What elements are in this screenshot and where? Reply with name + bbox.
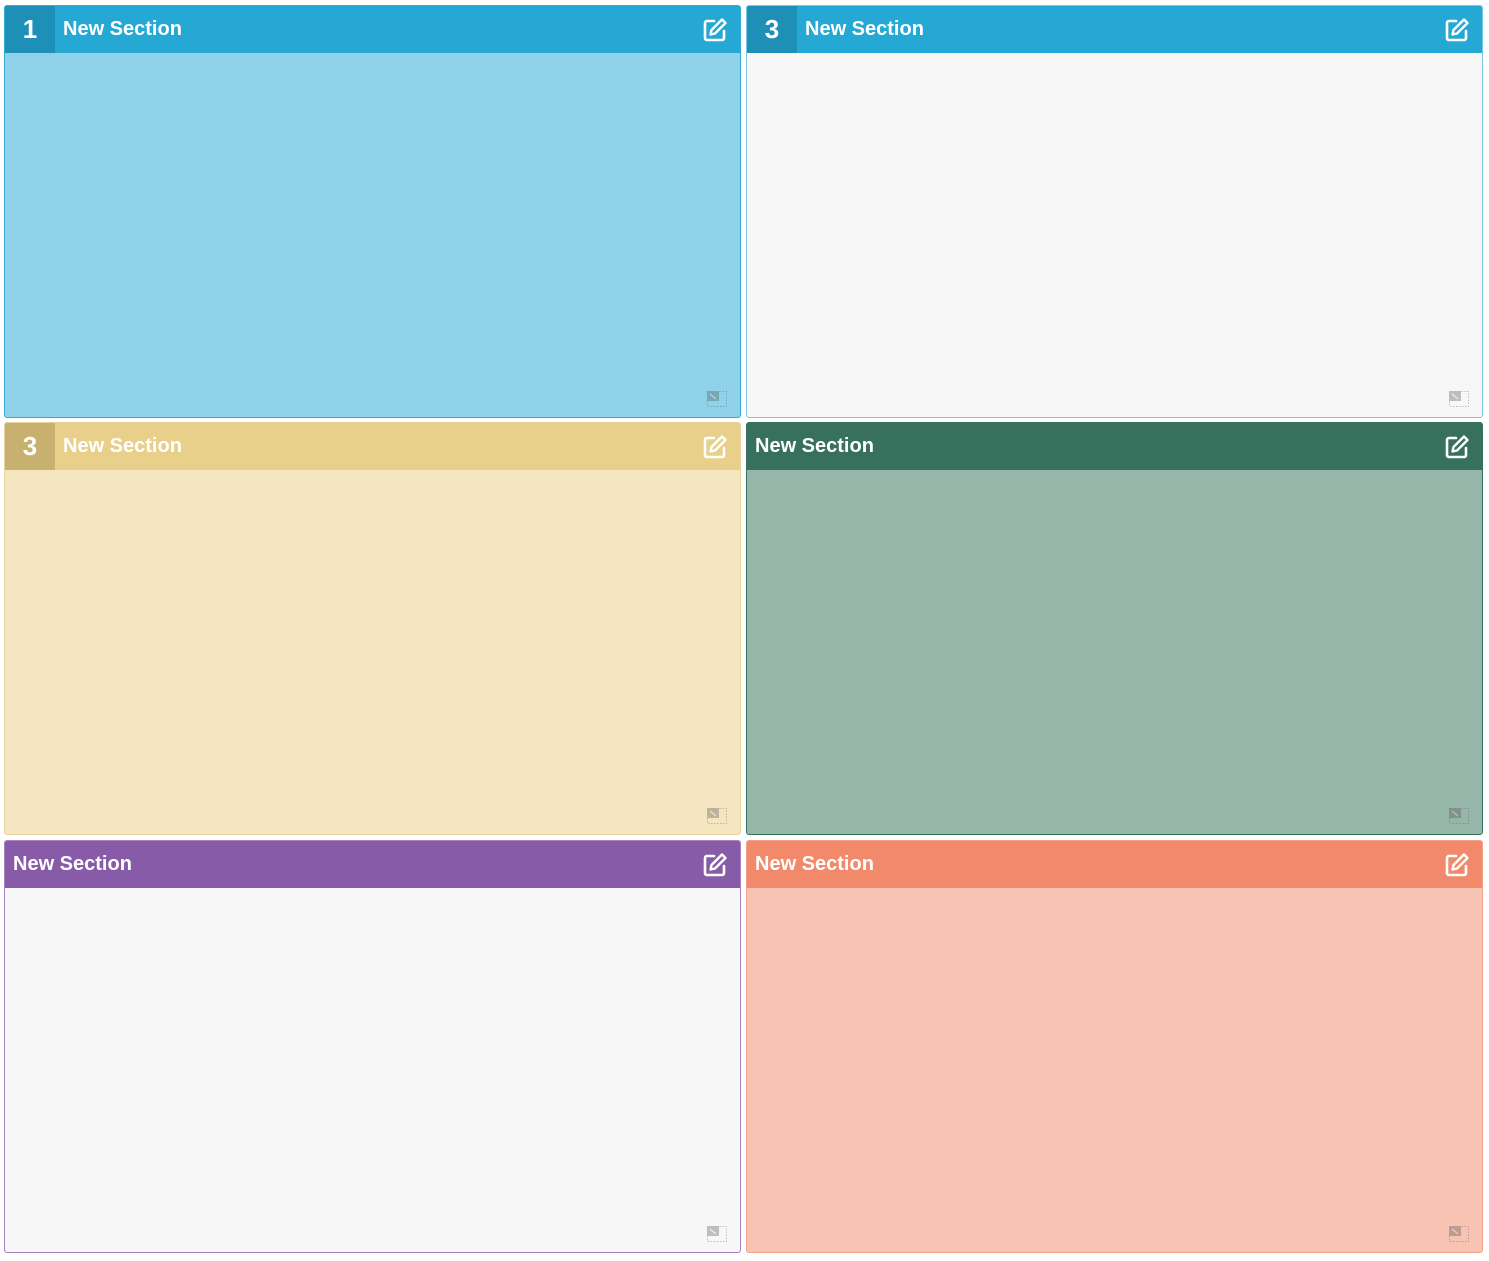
section-number: 1: [5, 6, 55, 53]
section-header: New Section: [5, 841, 740, 888]
resize-icon[interactable]: [706, 807, 728, 825]
sections-grid: 1 New Section 3 New Section 3 New Sectio…: [0, 0, 1489, 1261]
edit-icon[interactable]: [700, 15, 730, 45]
section-header: 1 New Section: [5, 6, 740, 53]
edit-icon[interactable]: [700, 432, 730, 462]
resize-icon[interactable]: [1448, 807, 1470, 825]
section-header: 3 New Section: [747, 6, 1482, 53]
section-number: 3: [5, 423, 55, 470]
section-title[interactable]: New Section: [797, 18, 1442, 41]
section-number: 3: [747, 6, 797, 53]
section-card[interactable]: New Section: [746, 422, 1483, 835]
section-card[interactable]: New Section: [4, 840, 741, 1253]
section-title[interactable]: New Section: [5, 853, 700, 876]
section-title[interactable]: New Section: [747, 435, 1442, 458]
edit-icon[interactable]: [700, 850, 730, 880]
section-header: New Section: [747, 423, 1482, 470]
section-title[interactable]: New Section: [55, 435, 700, 458]
resize-icon[interactable]: [1448, 1225, 1470, 1243]
section-header: New Section: [747, 841, 1482, 888]
edit-icon[interactable]: [1442, 432, 1472, 462]
section-title[interactable]: New Section: [747, 853, 1442, 876]
section-title[interactable]: New Section: [55, 18, 700, 41]
section-card[interactable]: 1 New Section: [4, 5, 741, 418]
resize-icon[interactable]: [706, 390, 728, 408]
edit-icon[interactable]: [1442, 15, 1472, 45]
resize-icon[interactable]: [1448, 390, 1470, 408]
section-card[interactable]: 3 New Section: [4, 422, 741, 835]
section-card[interactable]: 3 New Section: [746, 5, 1483, 418]
section-card[interactable]: New Section: [746, 840, 1483, 1253]
section-header: 3 New Section: [5, 423, 740, 470]
resize-icon[interactable]: [706, 1225, 728, 1243]
edit-icon[interactable]: [1442, 850, 1472, 880]
